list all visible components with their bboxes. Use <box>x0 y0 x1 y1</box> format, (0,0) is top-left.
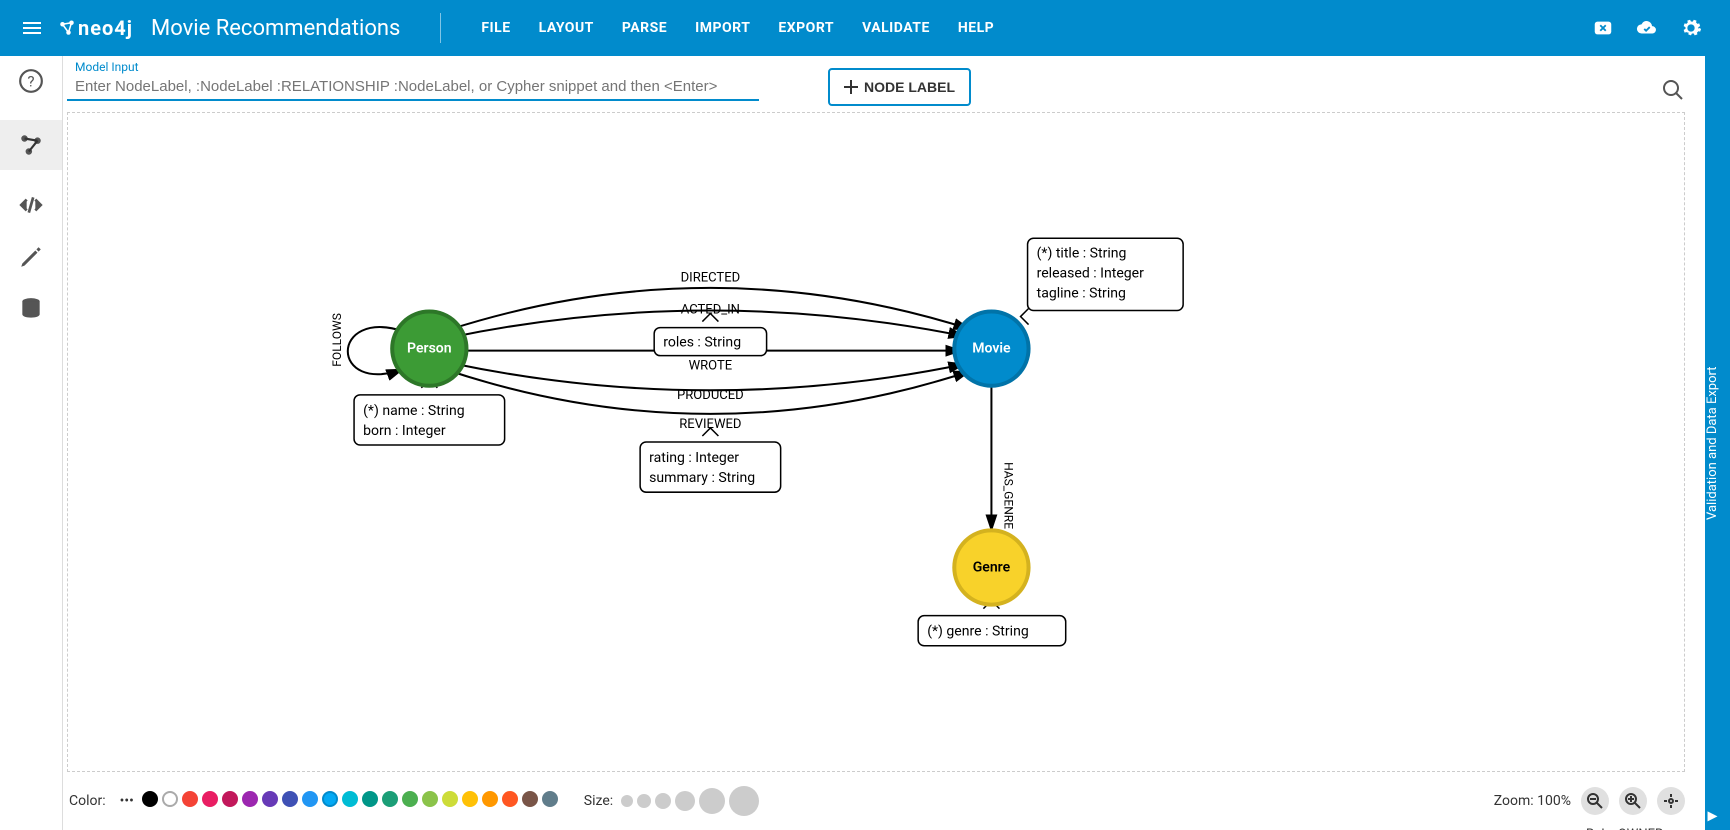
size-swatch[interactable] <box>655 793 671 809</box>
prop-genre-0: (*) genre : String <box>927 624 1029 640</box>
color-swatch[interactable] <box>382 791 398 807</box>
diagram-canvas[interactable]: DIRECTED ACTED_IN WROTE PRODUCED REVIEWE… <box>67 112 1685 772</box>
footer-toolbar: Color: ••• Size: Zoom: 100% Role: OWNER <box>69 780 1685 822</box>
menu-export[interactable]: EXPORT <box>778 20 834 36</box>
color-swatch[interactable] <box>142 791 158 807</box>
menu-validate[interactable]: VALIDATE <box>862 20 930 36</box>
zoom-fit-button[interactable] <box>1657 787 1685 815</box>
color-swatch[interactable] <box>182 791 198 807</box>
color-swatch[interactable] <box>362 791 378 807</box>
prop-person-1: born : Integer <box>363 423 446 439</box>
color-swatch[interactable] <box>242 791 258 807</box>
menu-parse[interactable]: PARSE <box>622 20 667 36</box>
color-swatch[interactable] <box>422 791 438 807</box>
header: neo4j Movie Recommendations FILE LAYOUT … <box>0 0 1730 56</box>
prop-rev-0: rating : Integer <box>649 450 739 466</box>
size-swatch[interactable] <box>699 788 725 814</box>
menu-import[interactable]: IMPORT <box>695 20 750 36</box>
label-wrote: WROTE <box>689 359 733 374</box>
prop-acted-0: roles : String <box>663 335 741 351</box>
more-colors-icon[interactable]: ••• <box>120 793 134 809</box>
zoom-text: Zoom: 100% <box>1494 793 1571 809</box>
add-node-label-button[interactable]: NODE LABEL <box>828 68 971 106</box>
sidebar-edit[interactable] <box>18 244 44 274</box>
svg-text:?: ? <box>27 72 34 90</box>
label-has-genre: HAS_GENRE <box>1001 462 1015 529</box>
sidebar-help[interactable]: ? <box>18 68 44 98</box>
hamburger-menu[interactable] <box>10 16 54 40</box>
color-swatch[interactable] <box>402 791 418 807</box>
main-area: Model Input NODE LABEL DIRECTED ACTED_IN… <box>62 56 1705 830</box>
color-label: Color: <box>69 793 106 809</box>
label-follows: FOLLOWS <box>330 313 344 367</box>
size-swatch[interactable] <box>621 795 633 807</box>
prop-movie-2: tagline : String <box>1037 285 1126 301</box>
color-swatch[interactable] <box>162 791 178 807</box>
right-panel-toggle[interactable]: Validation and Data Export ◀ <box>1705 56 1730 830</box>
sidebar: ? <box>0 56 62 830</box>
color-swatch[interactable] <box>302 791 318 807</box>
logo: neo4j <box>58 16 133 40</box>
sidebar-code[interactable] <box>18 192 44 222</box>
color-swatch[interactable] <box>522 791 538 807</box>
zoom-in-button[interactable] <box>1619 787 1647 815</box>
sidebar-graph[interactable] <box>0 120 62 170</box>
model-input[interactable] <box>75 74 751 99</box>
prop-movie-1: released : Integer <box>1037 265 1145 281</box>
model-input-group: Model Input <box>67 56 759 101</box>
size-swatch[interactable] <box>729 786 759 816</box>
chevron-left-icon: ◀ <box>1705 809 1720 824</box>
zoom-out-button[interactable] <box>1581 787 1609 815</box>
color-swatch[interactable] <box>502 791 518 807</box>
cloud-check-icon[interactable] <box>1636 17 1658 39</box>
main-menu: FILE LAYOUT PARSE IMPORT EXPORT VALIDATE… <box>481 20 994 36</box>
prop-rev-1: summary : String <box>649 470 755 486</box>
color-swatch[interactable] <box>262 791 278 807</box>
prop-movie-0: (*) title : String <box>1037 245 1127 261</box>
color-swatch[interactable] <box>462 791 478 807</box>
node-genre-label: Genre <box>973 559 1011 575</box>
color-swatch[interactable] <box>342 791 358 807</box>
sidebar-database[interactable] <box>18 296 44 326</box>
node-movie-label: Movie <box>972 341 1011 357</box>
gear-icon[interactable] <box>1680 17 1702 39</box>
page-title: Movie Recommendations <box>151 16 400 41</box>
label-directed: DIRECTED <box>681 270 741 285</box>
color-swatch[interactable] <box>222 791 238 807</box>
color-swatch[interactable] <box>442 791 458 807</box>
clear-icon[interactable] <box>1592 17 1614 39</box>
menu-layout[interactable]: LAYOUT <box>539 20 594 36</box>
menu-file[interactable]: FILE <box>481 20 510 36</box>
node-person-label: Person <box>407 341 452 357</box>
model-input-label: Model Input <box>75 60 751 74</box>
size-label: Size: <box>584 793 613 809</box>
plus-icon <box>844 80 858 94</box>
color-swatch[interactable] <box>202 791 218 807</box>
size-swatch[interactable] <box>675 791 695 811</box>
color-swatch[interactable] <box>282 791 298 807</box>
menu-help[interactable]: HELP <box>958 20 994 36</box>
search-icon[interactable] <box>1661 78 1685 106</box>
color-swatch[interactable] <box>542 791 558 807</box>
label-produced: PRODUCED <box>677 388 744 403</box>
prop-person-0: (*) name : String <box>363 403 465 419</box>
size-swatch[interactable] <box>637 794 651 808</box>
color-swatch[interactable] <box>482 791 498 807</box>
color-swatch[interactable] <box>322 791 338 807</box>
